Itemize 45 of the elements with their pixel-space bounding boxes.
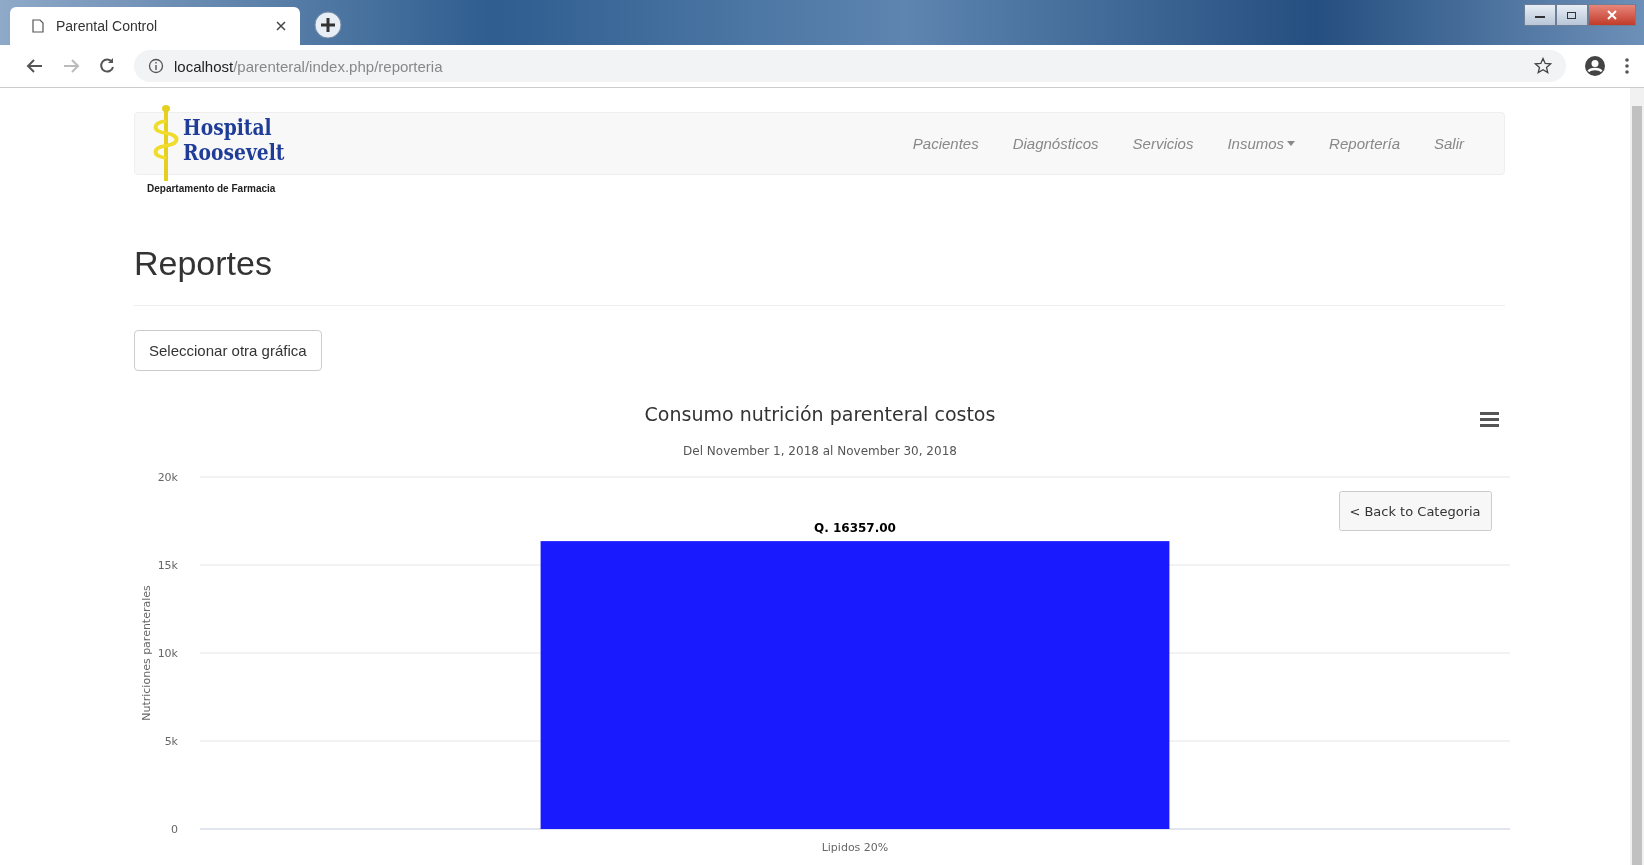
star-icon[interactable] <box>1534 57 1552 75</box>
scrollbar[interactable] <box>1630 88 1644 865</box>
logo-text: Roosevelt <box>183 140 285 165</box>
close-icon[interactable] <box>276 21 286 31</box>
close-icon <box>1606 10 1618 20</box>
back-button[interactable]: < Back to Categoria <box>1339 491 1492 531</box>
select-chart-button[interactable]: Seleccionar otra gráfica <box>134 330 322 371</box>
chart-menu-icon[interactable] <box>1480 412 1499 427</box>
reload-icon[interactable] <box>98 57 116 75</box>
back-icon[interactable] <box>26 58 44 74</box>
logo-subtitle: Departamento de Farmacia <box>147 183 277 194</box>
new-tab-icon[interactable] <box>314 11 342 39</box>
y-tick-label: 0 <box>171 823 178 836</box>
y-tick-label: 20k <box>157 471 178 484</box>
address-bar[interactable]: localhost/parenteral/index.php/reporteria <box>134 50 1566 82</box>
menu-icon[interactable] <box>1624 57 1630 75</box>
nav-link[interactable]: Reportería <box>1329 135 1400 152</box>
nav-link[interactable]: Salir <box>1434 135 1464 152</box>
nav-link[interactable]: Servicios <box>1132 135 1194 152</box>
caret-icon <box>1287 141 1296 146</box>
nav-link[interactable]: Pacientes <box>912 135 979 152</box>
minimize-button[interactable] <box>1524 4 1556 26</box>
page-icon <box>32 19 44 33</box>
y-axis-title: Nutriciones parenterales <box>140 585 153 721</box>
tab-title: Parental Control <box>56 18 159 34</box>
nav-link[interactable]: Insumos <box>1227 135 1296 152</box>
chart-subtitle: Del November 1, 2018 al November 30, 2018 <box>683 444 957 458</box>
chart-title: Consumo nutrición parenteral costos <box>644 403 996 425</box>
info-icon <box>148 58 164 74</box>
browser-tab[interactable]: Parental Control <box>10 7 300 45</box>
maximize-button[interactable] <box>1556 4 1588 26</box>
page-title: Reportes <box>134 243 273 283</box>
account-icon[interactable] <box>1584 55 1606 77</box>
window-close-button[interactable] <box>1588 4 1636 26</box>
url-text: localhost/parenteral/index.php/reporteria <box>174 57 444 75</box>
restore-icon <box>1566 10 1578 20</box>
scrollbar-thumb[interactable] <box>1632 106 1642 865</box>
y-tick-label: 15k <box>157 559 178 572</box>
value-label: Q. 16357.00 <box>814 521 896 536</box>
caduceus-icon <box>151 105 181 181</box>
y-tick-label: 10k <box>157 647 178 660</box>
x-tick-label: Lipidos 20% <box>821 841 889 854</box>
nav-link[interactable]: Diagnósticos <box>1012 135 1099 152</box>
y-tick-label: 5k <box>164 735 178 748</box>
logo-text: Hospital <box>183 115 273 140</box>
